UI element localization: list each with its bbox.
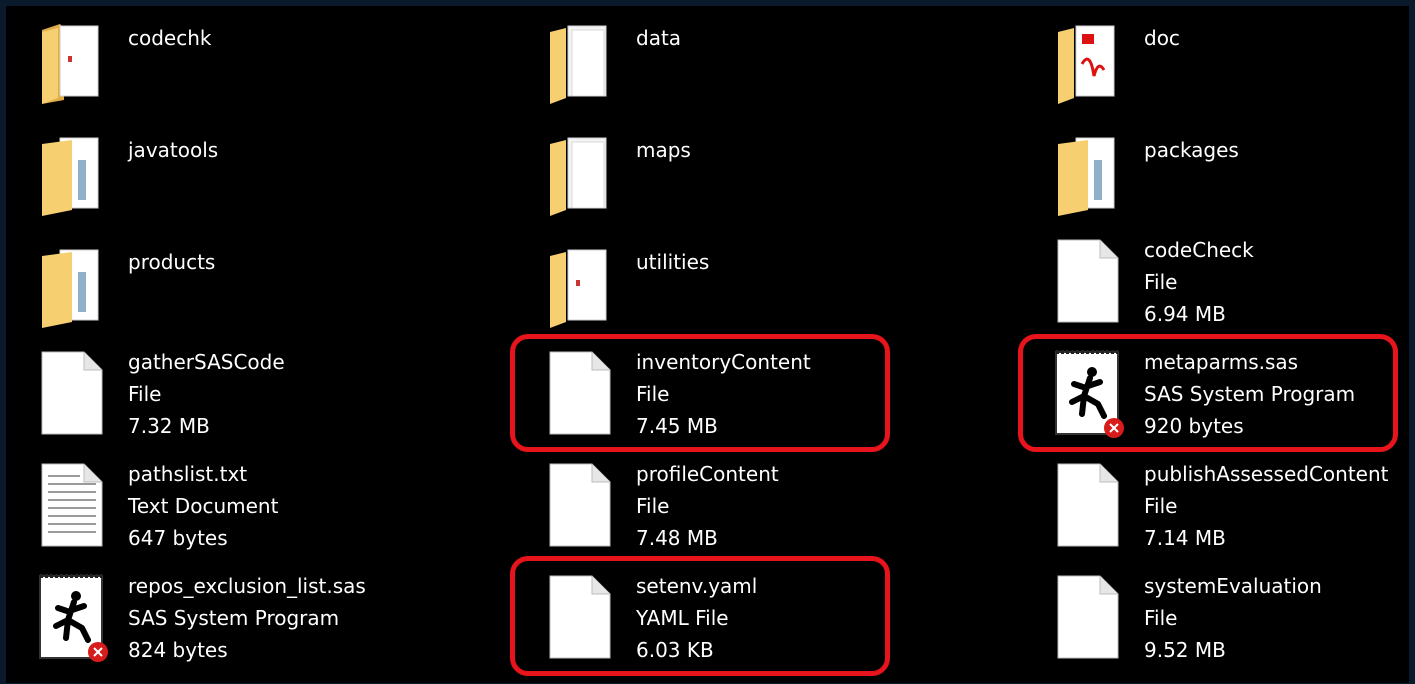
file-item-publishassessedcontent[interactable]: publishAssessedContent File 7.14 MB [1054, 460, 1415, 572]
text-document-icon [41, 463, 103, 547]
highlight-metaparms-sas [1018, 334, 1398, 452]
file-name: javatools [128, 138, 219, 162]
folder-item-doc[interactable]: doc [1054, 20, 1415, 132]
file-type: SAS System Program [128, 606, 340, 630]
folder-icon [1058, 137, 1115, 216]
file-item-systemevaluation[interactable]: systemEvaluation File 9.52 MB [1054, 572, 1415, 684]
file-size: 7.32 MB [128, 414, 210, 438]
folder-icon [550, 137, 607, 216]
file-size: 7.48 MB [636, 526, 718, 550]
file-name: repos_exclusion_list.sas [128, 574, 366, 598]
file-type: File [1144, 270, 1178, 294]
folder-item-data[interactable]: data [546, 20, 1046, 132]
file-name: utilities [636, 250, 710, 274]
file-size: 7.14 MB [1144, 526, 1226, 550]
file-name: gatherSASCode [128, 350, 285, 374]
file-icon [549, 463, 611, 547]
file-size: 6.94 MB [1144, 302, 1226, 326]
folder-icon [42, 24, 99, 104]
file-type: File [128, 382, 162, 406]
file-type: File [1144, 606, 1178, 630]
file-name: systemEvaluation [1144, 574, 1322, 598]
file-item-pathslist-txt[interactable]: pathslist.txt Text Document 647 bytes [38, 460, 538, 572]
file-name: pathslist.txt [128, 462, 248, 486]
file-item-gathersascode[interactable]: gatherSASCode File 7.32 MB [38, 348, 538, 460]
folder-item-packages[interactable]: packages [1054, 132, 1415, 244]
file-size: 824 bytes [128, 638, 228, 662]
folder-icon [550, 249, 607, 328]
file-icon [1057, 239, 1119, 323]
file-type: File [1144, 494, 1178, 518]
file-name: data [636, 26, 682, 50]
folder-item-codechk[interactable]: codechk [38, 20, 538, 132]
folder-icon [42, 249, 99, 328]
file-name: publishAssessedContent [1144, 462, 1389, 486]
file-name: profileContent [636, 462, 779, 486]
file-size: 9.52 MB [1144, 638, 1226, 662]
file-name: products [128, 250, 216, 274]
folder-item-maps[interactable]: maps [546, 132, 1046, 244]
file-type: File [636, 494, 670, 518]
file-icon [1057, 575, 1119, 659]
folder-icon [1058, 25, 1115, 104]
file-size: 647 bytes [128, 526, 228, 550]
file-name: maps [636, 138, 691, 162]
file-item-repos-exclusion-list-sas[interactable]: repos_exclusion_list.sas SAS System Prog… [38, 572, 538, 684]
folder-item-javatools[interactable]: javatools [38, 132, 538, 244]
file-icon [41, 351, 103, 435]
file-name: packages [1144, 138, 1239, 162]
file-name: codeCheck [1144, 238, 1254, 262]
file-icon [1057, 463, 1119, 547]
file-item-codecheck[interactable]: codeCheck File 6.94 MB [1054, 236, 1415, 348]
highlight-setenv-yaml [510, 556, 890, 676]
file-type: Text Document [128, 494, 279, 518]
folder-icon [42, 137, 99, 216]
folder-icon [550, 25, 607, 104]
file-name: doc [1144, 26, 1180, 50]
folder-item-products[interactable]: products [38, 244, 538, 356]
highlight-inventorycontent [510, 334, 890, 452]
file-name: codechk [128, 26, 212, 50]
sas-program-icon [39, 574, 108, 662]
